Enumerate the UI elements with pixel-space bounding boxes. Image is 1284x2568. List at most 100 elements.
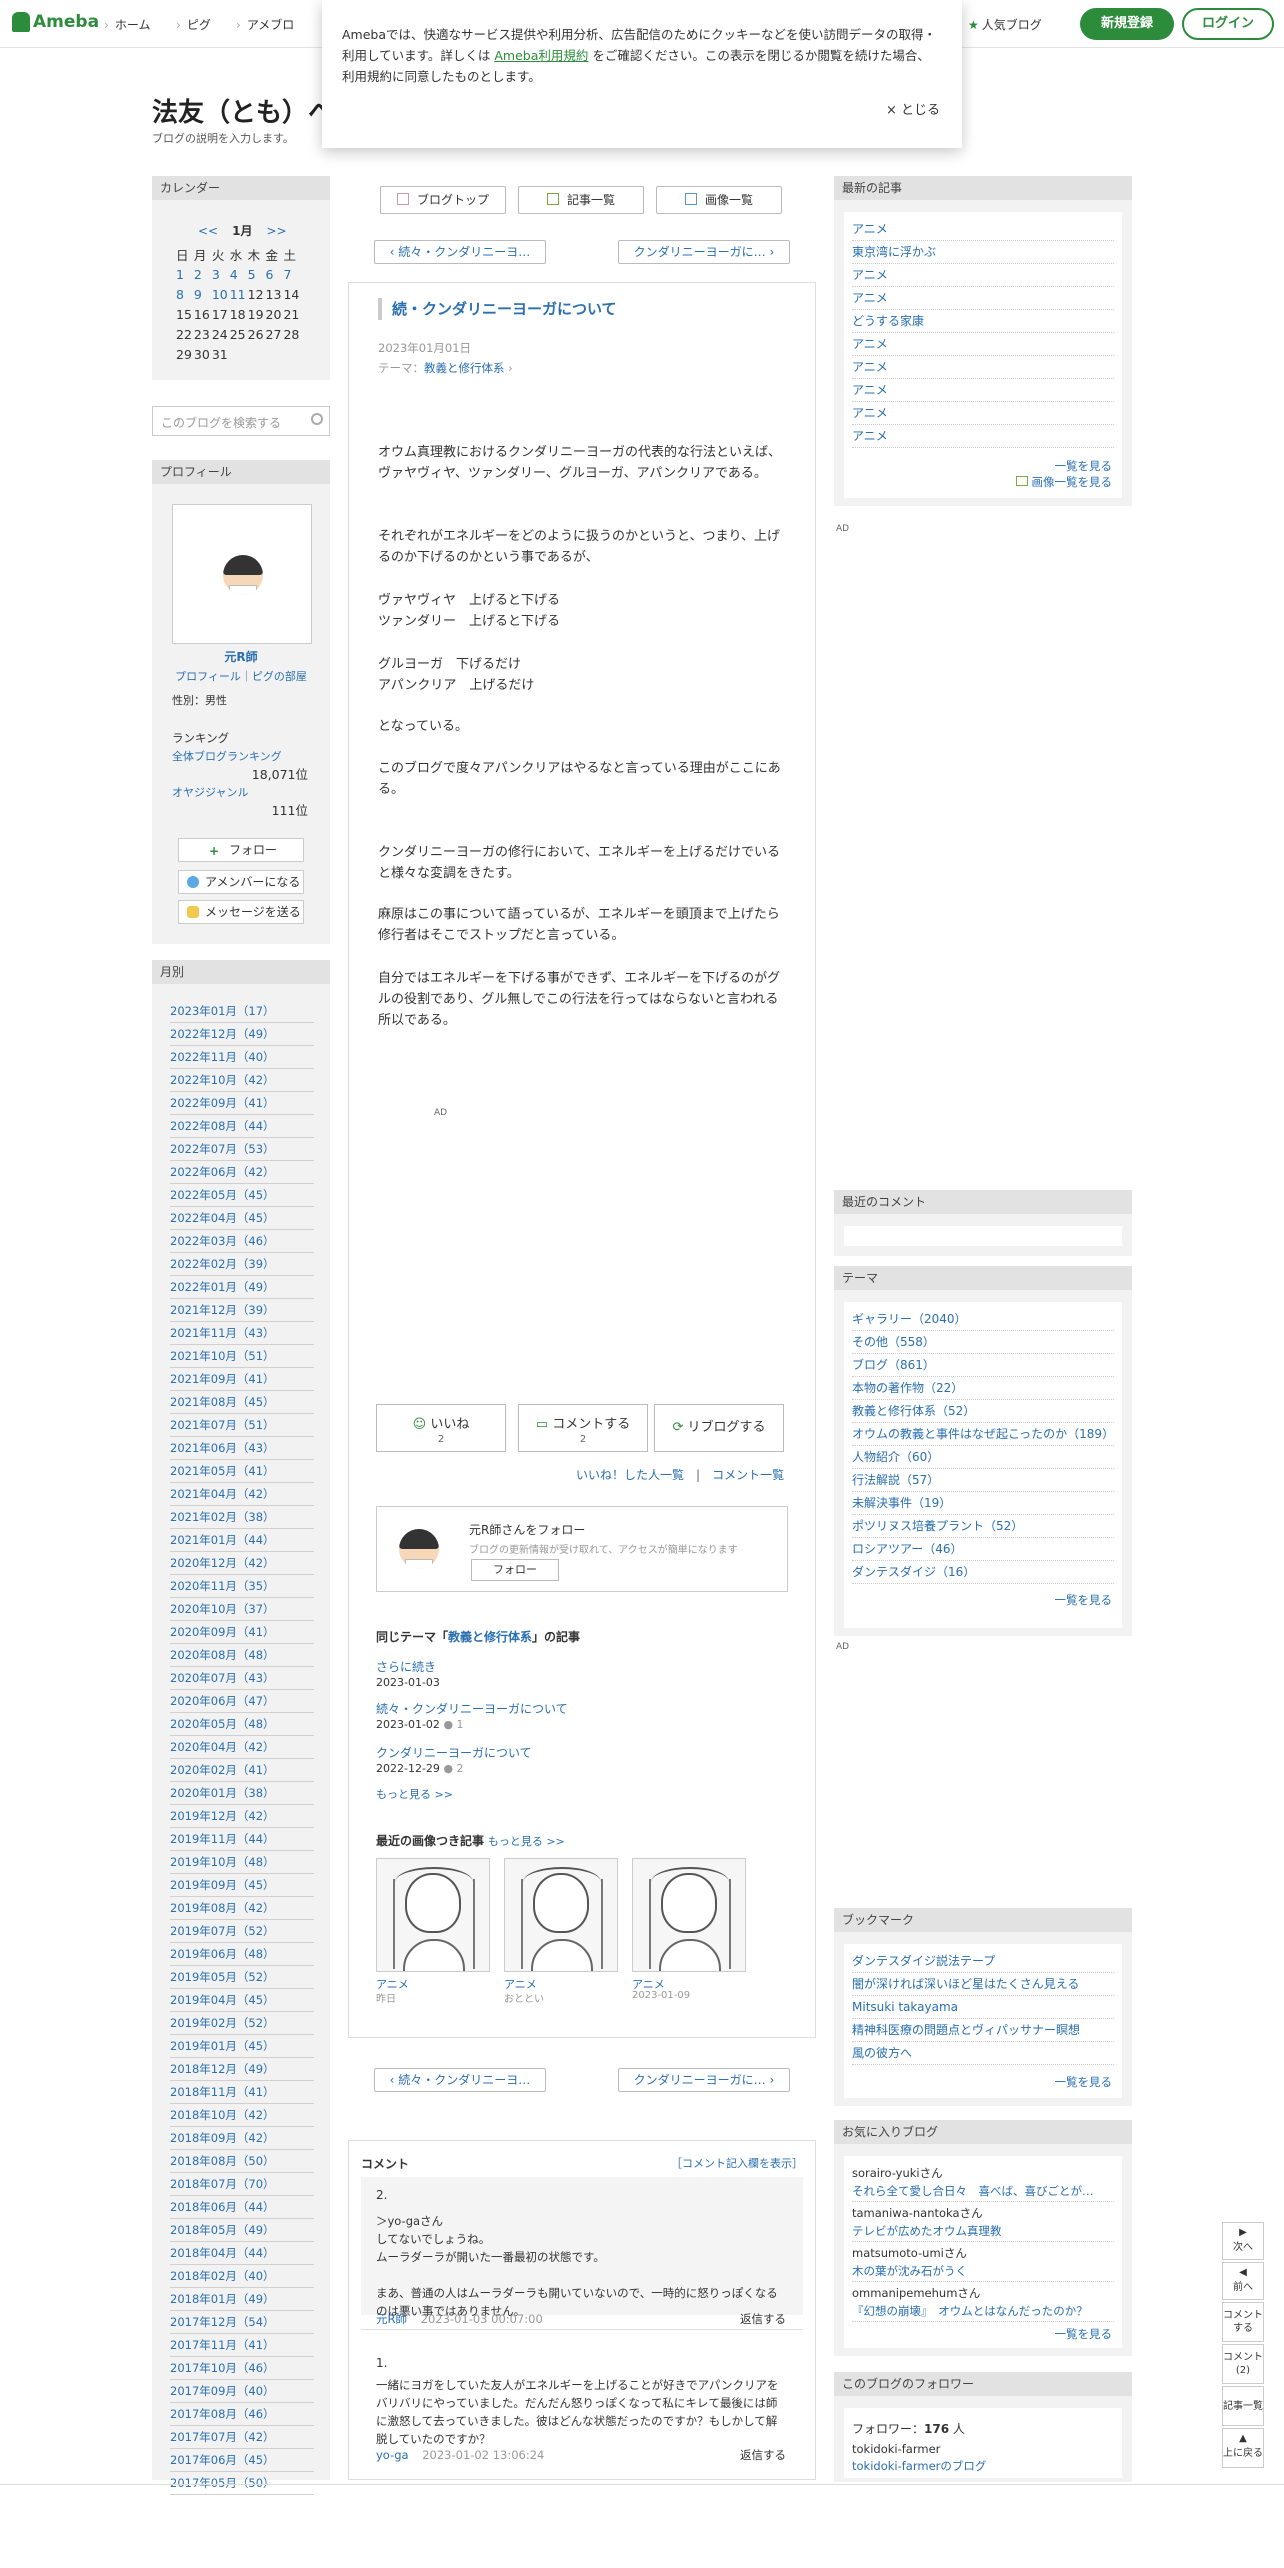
archive-month-link[interactable]: 2021年11月（43）	[170, 1322, 314, 1345]
archive-month-link[interactable]: 2021年01月（44）	[170, 1529, 314, 1552]
bookmark-link[interactable]: 風の彼方へ	[852, 2042, 1114, 2065]
prev-entry-bottom[interactable]: ‹ 続々・クンダリニーヨ…	[374, 2068, 546, 2092]
theme-link[interactable]: ブログ（861）	[852, 1354, 1114, 1377]
recent-entry-link[interactable]: どうする家康	[852, 310, 1114, 333]
recent-entry-link[interactable]: アニメ	[852, 264, 1114, 287]
recent-entry-link[interactable]: アニメ	[852, 402, 1114, 425]
theme-link[interactable]: 本物の著作物（22）	[852, 1377, 1114, 1400]
archive-month-link[interactable]: 2018年01月（49）	[170, 2288, 314, 2311]
image-thumbnail[interactable]	[376, 1858, 490, 1972]
archive-month-link[interactable]: 2019年05月（52）	[170, 1966, 314, 1989]
calendar-prev[interactable]: <<	[198, 224, 218, 238]
related-entry-link[interactable]: さらに続き	[376, 1658, 436, 1675]
register-button[interactable]: 新規登録	[1080, 8, 1174, 40]
amember-button[interactable]: アメンバーになる	[178, 870, 304, 894]
prev-entry-top[interactable]: ‹ 続々・クンダリニーヨ…	[374, 240, 546, 264]
archive-month-link[interactable]: 2019年06月（48）	[170, 1943, 314, 1966]
archive-month-link[interactable]: 2019年08月（42）	[170, 1897, 314, 1920]
entry-theme-link[interactable]: 教義と修行体系	[424, 361, 505, 375]
comments-nav[interactable]: コメント(2)	[1222, 2344, 1264, 2384]
fav-blog-link[interactable]: 『幻想の崩壊』 オウムとはなんだったのか？	[852, 2302, 1114, 2320]
calendar-day[interactable]: 1	[174, 264, 192, 284]
archive-month-link[interactable]: 2020年11月（35）	[170, 1575, 314, 1598]
recent-entry-link[interactable]: アニメ	[852, 356, 1114, 379]
theme-link[interactable]: 人物紹介（60）	[852, 1446, 1114, 1469]
archive-month-link[interactable]: 2021年12月（39）	[170, 1299, 314, 1322]
archive-month-link[interactable]: 2019年10月（48）	[170, 1851, 314, 1874]
archive-month-link[interactable]: 2017年09月（40）	[170, 2380, 314, 2403]
archive-month-link[interactable]: 2022年07月（53）	[170, 1138, 314, 1161]
overall-ranking-link[interactable]: 全体ブログランキング	[172, 748, 282, 764]
recent-entry-link[interactable]: 東京湾に浮かぶ	[852, 241, 1114, 264]
archive-month-link[interactable]: 2022年08月（44）	[170, 1115, 314, 1138]
blog-title[interactable]: 法友（とも）へ	[152, 92, 334, 129]
next-entry-bottom[interactable]: クンダリニーヨーガに… ›	[618, 2068, 790, 2092]
bookmark-link[interactable]: 闇が深ければ深いほど星はたくさん見える	[852, 1973, 1114, 1996]
related-theme-link[interactable]: 教義と修行体系	[448, 1630, 532, 1644]
archive-month-link[interactable]: 2018年07月（70）	[170, 2173, 314, 2196]
comment-list-link[interactable]: コメント一覧	[712, 1468, 784, 1482]
next-entry-top[interactable]: クンダリニーヨーガに… ›	[618, 240, 790, 264]
nav-home[interactable]: › ホーム	[104, 16, 150, 33]
archive-month-link[interactable]: 2021年06月（43）	[170, 1437, 314, 1460]
archive-month-link[interactable]: 2020年08月（48）	[170, 1644, 314, 1667]
recent-entry-link[interactable]: アニメ	[852, 379, 1114, 402]
archive-month-link[interactable]: 2017年12月（54）	[170, 2311, 314, 2334]
archive-month-link[interactable]: 2017年07月（42）	[170, 2426, 314, 2449]
archive-month-link[interactable]: 2019年04月（45）	[170, 1989, 314, 2012]
archive-month-link[interactable]: 2017年06月（45）	[170, 2449, 314, 2472]
archive-month-link[interactable]: 2020年01月（38）	[170, 1782, 314, 1805]
reply-button[interactable]: 返信する	[740, 2310, 786, 2329]
recent-more-link[interactable]: 一覧を見る	[1055, 458, 1113, 474]
image-list-button[interactable]: 画像一覧	[656, 186, 782, 214]
archive-month-link[interactable]: 2021年08月（45）	[170, 1391, 314, 1414]
archive-month-link[interactable]: 2021年09月（41）	[170, 1368, 314, 1391]
entry-list-button[interactable]: 記事一覧	[518, 186, 644, 214]
theme-link[interactable]: ポツリヌス培養プラント（52）	[852, 1515, 1114, 1538]
like-button[interactable]: ☺ いいね 2	[376, 1404, 506, 1452]
follower-blog-link[interactable]: tokidoki-farmerのブログ	[852, 2458, 986, 2474]
genre-ranking-link[interactable]: オヤジジャンル	[172, 784, 248, 800]
calendar-day[interactable]: 8	[174, 284, 192, 304]
theme-link[interactable]: オウムの教義と事件はなぜ起こったのか（189）	[852, 1423, 1114, 1446]
recent-images-link[interactable]: 画像一覧を見る	[1015, 474, 1112, 490]
related-entry-link[interactable]: 続々・クンダリニーヨーガについて	[376, 1700, 568, 1717]
calendar-day[interactable]: 4	[228, 264, 246, 284]
theme-link[interactable]: ダンテスダイジ（16）	[852, 1561, 1114, 1584]
blog-search-input[interactable]: このブログを検索する	[152, 406, 330, 436]
archive-month-link[interactable]: 2021年10月（51）	[170, 1345, 314, 1368]
terms-link[interactable]: Ameba利用規約	[494, 48, 588, 63]
follow-button[interactable]: + フォロー	[178, 838, 304, 862]
related-entry-link[interactable]: クンダリニーヨーガについて	[376, 1744, 532, 1761]
profile-image[interactable]	[172, 504, 312, 644]
blog-top-button[interactable]: ブログトップ	[380, 186, 506, 214]
calendar-day[interactable]: 2	[192, 264, 210, 284]
bookmark-link[interactable]: Mitsuki takayama	[852, 1996, 1114, 2019]
archive-month-link[interactable]: 2018年09月（42）	[170, 2127, 314, 2150]
archive-month-link[interactable]: 2022年01月（49）	[170, 1276, 314, 1299]
reblog-button[interactable]: ⟳ リブログする	[654, 1404, 784, 1452]
comment-nav[interactable]: コメントする	[1222, 2302, 1264, 2342]
image-thumbnail[interactable]	[632, 1858, 746, 1972]
archive-month-link[interactable]: 2017年08月（46）	[170, 2403, 314, 2426]
archive-month-link[interactable]: 2021年07月（51）	[170, 1414, 314, 1437]
archive-month-link[interactable]: 2018年06月（44）	[170, 2196, 314, 2219]
bookmark-link[interactable]: ダンテスダイジ説法テープ	[852, 1950, 1114, 1973]
archive-month-link[interactable]: 2021年04月（42）	[170, 1483, 314, 1506]
theme-link[interactable]: ギャラリー（2040）	[852, 1308, 1114, 1331]
liked-people-link[interactable]: いいね！した人一覧	[576, 1468, 684, 1482]
image-entries-more[interactable]: もっと見る >>	[488, 1835, 565, 1848]
bookmarks-more-link[interactable]: 一覧を見る	[1055, 2074, 1113, 2090]
archive-month-link[interactable]: 2019年09月（45）	[170, 1874, 314, 1897]
theme-link[interactable]: その他（558）	[852, 1331, 1114, 1354]
fav-blog-link[interactable]: テレビが広めたオウム真理教	[852, 2222, 1114, 2240]
archive-month-link[interactable]: 2018年11月（41）	[170, 2081, 314, 2104]
recent-entry-link[interactable]: アニメ	[852, 333, 1114, 356]
fav-more-link[interactable]: 一覧を見る	[1055, 2326, 1113, 2342]
archive-month-link[interactable]: 2018年04月（44）	[170, 2242, 314, 2265]
theme-link[interactable]: 行法解説（57）	[852, 1469, 1114, 1492]
archive-month-link[interactable]: 2019年12月（42）	[170, 1805, 314, 1828]
archive-month-link[interactable]: 2022年03月（46）	[170, 1230, 314, 1253]
profile-links[interactable]: プロフィール｜ピグの部屋	[152, 668, 330, 684]
entry-title[interactable]: 続・クンダリニーヨーガについて	[378, 298, 617, 320]
